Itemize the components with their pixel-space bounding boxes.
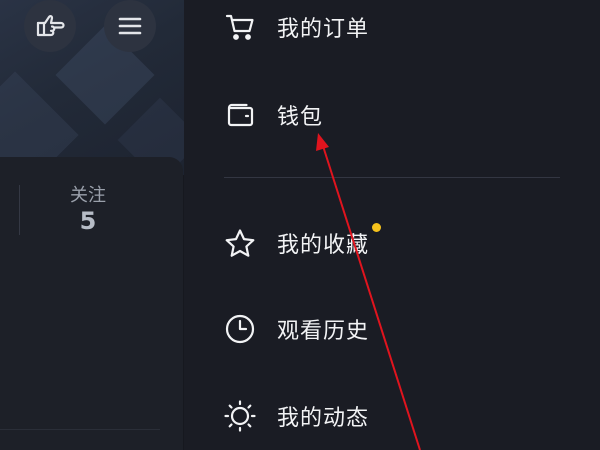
sun-icon	[224, 400, 256, 432]
stats-divider	[19, 185, 20, 235]
hand-pointing-button[interactable]	[24, 0, 76, 52]
menu-item-wallet[interactable]: 钱包	[224, 93, 323, 137]
profile-stats-card: 关注 5	[0, 157, 183, 450]
menu-item-label-text: 我的收藏	[277, 233, 370, 258]
card-divider	[0, 429, 160, 430]
menu-item-label: 我的订单	[277, 17, 370, 42]
profile-panel: 关注 5	[0, 0, 185, 450]
cart-icon	[224, 11, 256, 43]
clock-icon	[224, 313, 256, 345]
app-screen: 关注 5 我的订单 钱包 我的收藏 观看历史 我的动态	[0, 0, 600, 450]
hamburger-menu-icon	[118, 16, 142, 36]
star-icon	[224, 227, 256, 259]
menu-item-label: 我的动态	[277, 406, 370, 431]
menu-item-history[interactable]: 观看历史	[224, 307, 369, 351]
menu-item-favorites[interactable]: 我的收藏	[224, 221, 382, 265]
hand-pointing-icon	[35, 13, 65, 39]
menu-divider	[224, 177, 560, 178]
notification-dot	[372, 223, 382, 232]
menu-item-label: 我的收藏	[277, 223, 382, 259]
menu-button[interactable]	[104, 0, 156, 52]
menu-item-orders[interactable]: 我的订单	[224, 5, 369, 49]
following-count[interactable]: 5	[48, 207, 128, 235]
following-label: 关注	[70, 185, 106, 206]
side-drawer-menu: 我的订单 钱包 我的收藏 观看历史 我的动态	[184, 0, 600, 450]
menu-item-label: 观看历史	[277, 319, 370, 344]
wallet-icon	[224, 99, 256, 131]
menu-item-label: 钱包	[277, 105, 324, 130]
menu-item-activity[interactable]: 我的动态	[224, 394, 369, 438]
